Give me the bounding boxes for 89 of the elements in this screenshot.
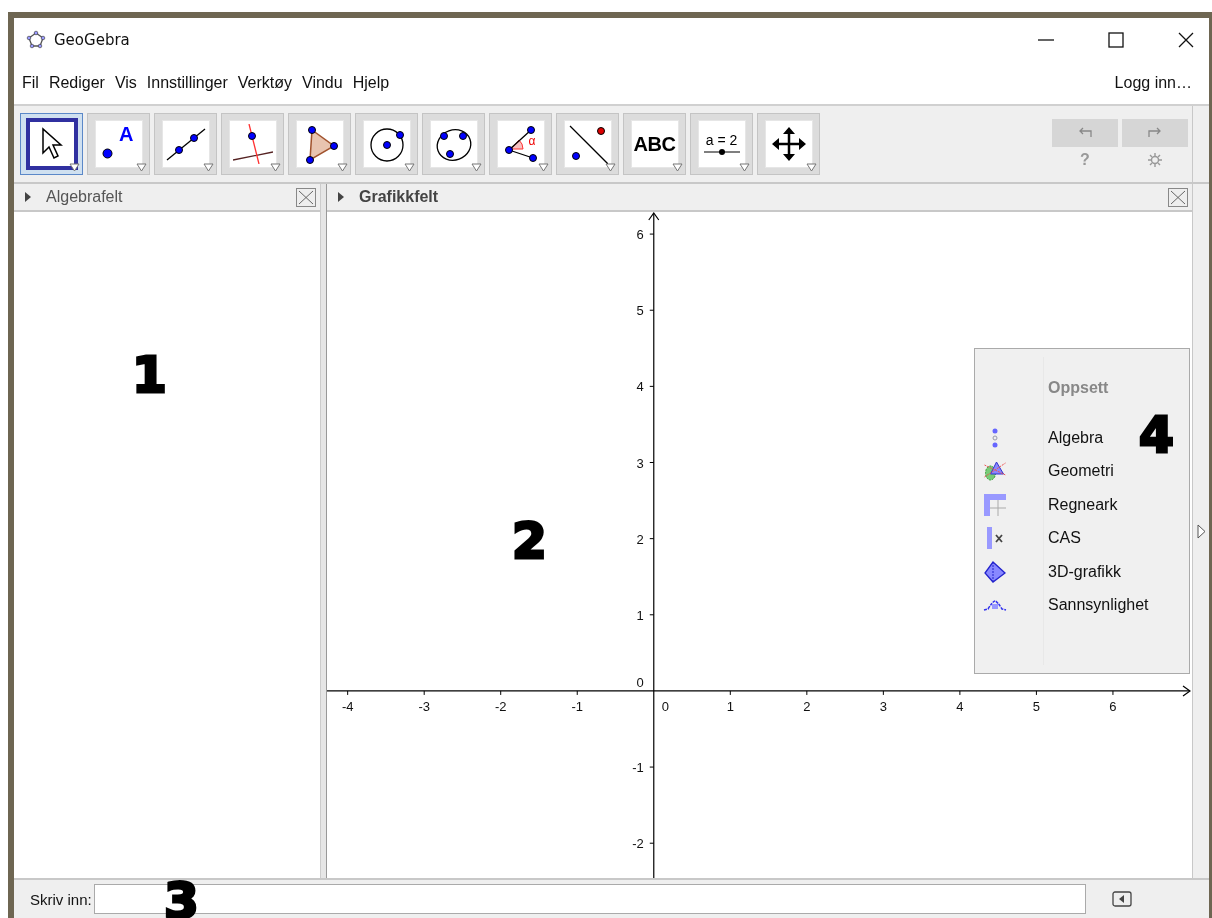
point-icon (101, 148, 113, 159)
dropdown-triangle-icon (270, 163, 281, 172)
annotation-number: 2 (512, 516, 547, 566)
cas-icon (987, 527, 1003, 550)
login-link[interactable]: Logg inn… (1113, 72, 1193, 94)
input-label: Skriv inn: (30, 890, 92, 908)
x-tick-label: -2 (494, 698, 507, 714)
dropdown-triangle-icon (538, 163, 549, 172)
tool-button[interactable]: a = 2 (690, 113, 753, 175)
maximize-icon[interactable] (1107, 31, 1125, 49)
tool-button[interactable] (757, 113, 820, 175)
x-tick-label: -4 (341, 698, 354, 714)
dropdown-triangle-icon (136, 163, 147, 172)
dropdown-triangle-icon (69, 163, 80, 172)
perspective-item[interactable]: Regneark (982, 488, 1149, 522)
shapes-icon (983, 460, 1007, 483)
dropdown-triangle-icon (739, 163, 750, 172)
x-tick-label: -3 (418, 698, 430, 714)
dropdown-triangle-icon (471, 163, 482, 172)
close-icon[interactable] (1177, 31, 1195, 49)
arrow-pointer-icon (39, 127, 64, 161)
tool-button[interactable]: α (489, 113, 552, 175)
angle-label: α (528, 134, 536, 148)
tool-button[interactable] (288, 113, 351, 175)
keyboard-toggle-icon[interactable] (1111, 891, 1132, 907)
x-tick-label: 2 (803, 698, 811, 714)
menu-item[interactable]: Hjelp (351, 72, 391, 94)
y-tick-label: 3 (636, 455, 644, 471)
y-tick-label: -1 (632, 760, 644, 776)
y-tick-label: 1 (636, 607, 644, 623)
annotation-number: 1 (132, 350, 167, 400)
perspective-item[interactable]: Sannsynlighet (982, 588, 1149, 622)
y-tick-label: 4 (636, 379, 644, 395)
origin-label: 0 (661, 698, 669, 714)
menu-item[interactable]: Vindu (301, 72, 344, 94)
dropdown-triangle-icon (203, 163, 214, 172)
tool-button[interactable] (422, 113, 485, 175)
x-tick-label: 3 (879, 698, 887, 714)
text-tool-label: ABC (633, 132, 676, 156)
perspective-item[interactable]: CAS (982, 521, 1149, 555)
menu-item[interactable]: Innstillinger (145, 72, 229, 94)
dropdown-triangle-icon (672, 163, 683, 172)
slider-icon (702, 148, 741, 156)
tool-button[interactable]: A (87, 113, 150, 175)
perspective-item[interactable]: 3D-grafikk (982, 555, 1149, 589)
x-tick-label: 5 (1032, 698, 1041, 714)
x-tick-label: 4 (956, 698, 964, 714)
spreadsheet-icon (984, 493, 1006, 516)
tool-button[interactable]: ABC (623, 113, 686, 175)
dropdown-triangle-icon (404, 163, 415, 172)
tool-button[interactable] (154, 113, 217, 175)
perpendicular-line-icon (232, 124, 273, 164)
tool-button[interactable] (221, 113, 284, 175)
tool-button[interactable] (556, 113, 619, 175)
menu-item[interactable]: Rediger (47, 72, 106, 94)
undo-icon (1077, 127, 1093, 139)
redo-icon (1147, 127, 1163, 139)
x-tick-label: 6 (1109, 698, 1117, 714)
y-tick-label: 5 (636, 303, 644, 319)
origin-label: 0 (636, 674, 644, 690)
dropdown-triangle-icon (806, 163, 817, 172)
y-tick-label: 6 (636, 227, 644, 243)
x-tick-label: 1 (726, 698, 734, 714)
panel-title: Grafikkfelt (359, 188, 439, 206)
move-arrows-icon (770, 126, 807, 162)
dropdown-triangle-icon (337, 163, 348, 172)
menu-item[interactable]: Fil (21, 72, 40, 94)
side-expand-icon[interactable] (1196, 523, 1206, 539)
point-label: A (119, 123, 134, 146)
annotation-number: 3 (164, 876, 199, 918)
expand-triangle-icon[interactable] (24, 191, 32, 203)
slider-label: a = 2 (705, 132, 738, 148)
dots-icon (991, 427, 999, 448)
app-logo-icon (26, 30, 46, 50)
x-tick-label: -1 (571, 698, 584, 714)
menu-item[interactable]: Vis (113, 72, 138, 94)
reflect-line-icon (567, 124, 608, 164)
window-title: GeoGebra (54, 31, 130, 49)
expand-triangle-icon[interactable] (337, 191, 345, 203)
y-tick-label: -2 (632, 836, 644, 852)
pyramid-icon (984, 560, 1006, 583)
dropdown-triangle-icon (605, 163, 616, 172)
tool-button[interactable] (355, 113, 418, 175)
y-tick-label: 2 (636, 531, 644, 547)
menu-item[interactable]: Verktøy (236, 72, 294, 94)
tool-button[interactable] (20, 113, 83, 175)
perspectives-title: Oppsett (1048, 379, 1110, 397)
bell-curve-icon (983, 599, 1007, 611)
panel-title: Algebrafelt (46, 188, 123, 206)
